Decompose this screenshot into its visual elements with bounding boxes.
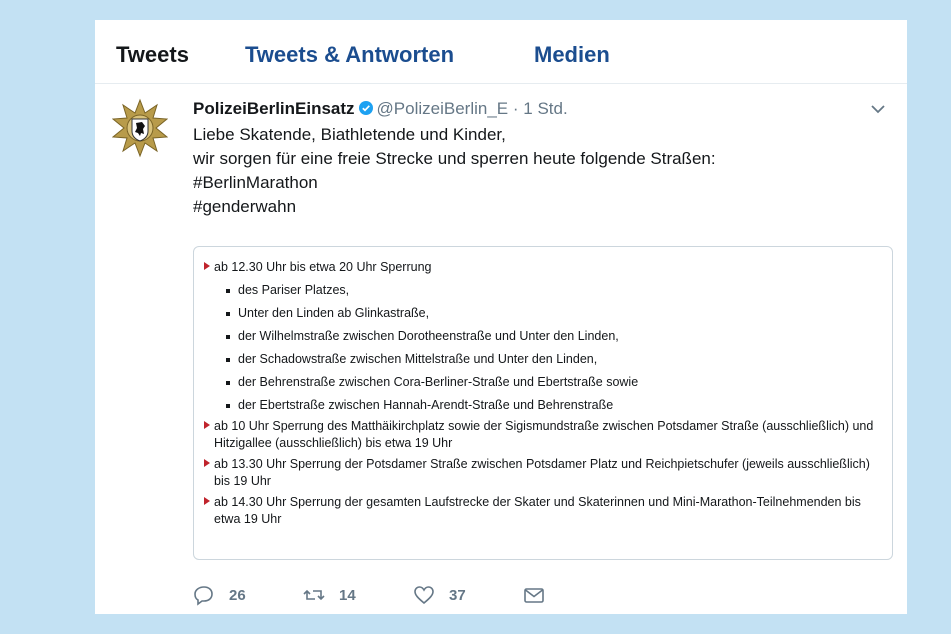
bullet-icon — [226, 381, 230, 385]
sub-list-item-text: der Wilhelmstraße zwischen Dorotheenstra… — [238, 329, 619, 343]
author-name[interactable]: PolizeiBerlinEinsatz — [193, 99, 355, 118]
list-item-text: ab 13.30 Uhr Sperrung der Potsdamer Stra… — [214, 457, 870, 488]
envelope-icon — [524, 588, 544, 603]
verified-badge-icon — [358, 101, 373, 115]
red-bullet-icon — [204, 262, 210, 270]
list-item: ab 14.30 Uhr Sperrung der gesamten Laufs… — [204, 494, 888, 528]
bullet-icon — [226, 358, 230, 362]
profile-tabs: Tweets Tweets & Antworten Medien — [95, 20, 907, 84]
list-item: ab 10 Uhr Sperrung des Matthäikirchplatz… — [204, 418, 888, 452]
like-button[interactable]: 37 — [413, 583, 466, 607]
bullet-icon — [226, 335, 230, 339]
profile-timeline-card: Tweets Tweets & Antworten Medien Polizei… — [95, 20, 907, 614]
heart-icon — [414, 586, 434, 605]
red-bullet-icon — [204, 497, 210, 505]
red-bullet-icon — [204, 421, 210, 429]
author-handle[interactable]: @PolizeiBerlin_E — [377, 99, 509, 118]
sub-list-item-text: Unter den Linden ab Glinkastraße, — [238, 306, 430, 320]
tweet-actions: 26 14 37 — [193, 583, 593, 607]
tweet-text: Liebe Skatende, Biathletende und Kinder,… — [193, 123, 893, 219]
retweet-icon — [303, 589, 325, 601]
like-count: 37 — [449, 586, 466, 604]
red-bullet-icon — [204, 459, 210, 467]
retweet-button[interactable]: 14 — [303, 583, 356, 607]
reply-icon — [194, 586, 213, 606]
sub-list-item-text: der Schadowstraße zwischen Mittelstraße … — [238, 352, 598, 366]
direct-message-button[interactable] — [523, 583, 545, 607]
tab-media[interactable]: Medien — [534, 42, 610, 68]
list-item-text: ab 10 Uhr Sperrung des Matthäikirchplatz… — [214, 419, 874, 450]
sub-list-item: der Ebertstraße zwischen Hannah-Arendt-S… — [214, 397, 888, 414]
bullet-icon — [226, 289, 230, 293]
tab-tweets[interactable]: Tweets — [116, 42, 189, 68]
chevron-down-icon[interactable] — [869, 102, 887, 116]
tweet-text-line: wir sorgen für eine freie Strecke und sp… — [193, 149, 716, 168]
sub-list-item: der Wilhelmstraße zwischen Dorotheenstra… — [214, 328, 888, 345]
tab-tweets-and-replies[interactable]: Tweets & Antworten — [245, 42, 454, 68]
sub-list-item-text: der Behrenstraße zwischen Cora-Berliner-… — [238, 375, 639, 389]
sub-list-item: des Pariser Platzes, — [214, 282, 888, 299]
list-item-text: ab 14.30 Uhr Sperrung der gesamten Laufs… — [214, 495, 861, 526]
bullet-icon — [226, 312, 230, 316]
reply-button[interactable]: 26 — [193, 583, 246, 607]
sub-list-item: der Behrenstraße zwischen Cora-Berliner-… — [214, 374, 888, 391]
sub-list-item: der Schadowstraße zwischen Mittelstraße … — [214, 351, 888, 368]
hashtag-link[interactable]: #genderwahn — [193, 195, 893, 219]
list-item: ab 13.30 Uhr Sperrung der Potsdamer Stra… — [204, 456, 888, 490]
tweet-timestamp[interactable]: 1 Std. — [523, 99, 567, 118]
hashtag-link[interactable]: #BerlinMarathon — [193, 171, 893, 195]
tweet-text-line: Liebe Skatende, Biathletende und Kinder, — [193, 125, 506, 144]
bullet-icon — [226, 404, 230, 408]
sub-list-item: Unter den Linden ab Glinkastraße, — [214, 305, 888, 322]
closure-list: ab 12.30 Uhr bis etwa 20 Uhr Sperrung de… — [204, 259, 888, 532]
list-item: ab 12.30 Uhr bis etwa 20 Uhr Sperrung de… — [204, 259, 888, 414]
list-item-text: ab 12.30 Uhr bis etwa 20 Uhr Sperrung — [214, 260, 432, 274]
tweet-header: PolizeiBerlinEinsatz @PolizeiBerlin_E · 1… — [193, 98, 568, 120]
sub-list-item-text: der Ebertstraße zwischen Hannah-Arendt-S… — [238, 398, 614, 412]
attached-image[interactable]: ab 12.30 Uhr bis etwa 20 Uhr Sperrung de… — [193, 246, 893, 560]
retweet-count: 14 — [339, 586, 356, 604]
separator-dot: · — [512, 99, 519, 118]
reply-count: 26 — [229, 586, 246, 604]
sub-list-item-text: des Pariser Platzes, — [238, 283, 350, 297]
avatar[interactable] — [112, 98, 168, 160]
